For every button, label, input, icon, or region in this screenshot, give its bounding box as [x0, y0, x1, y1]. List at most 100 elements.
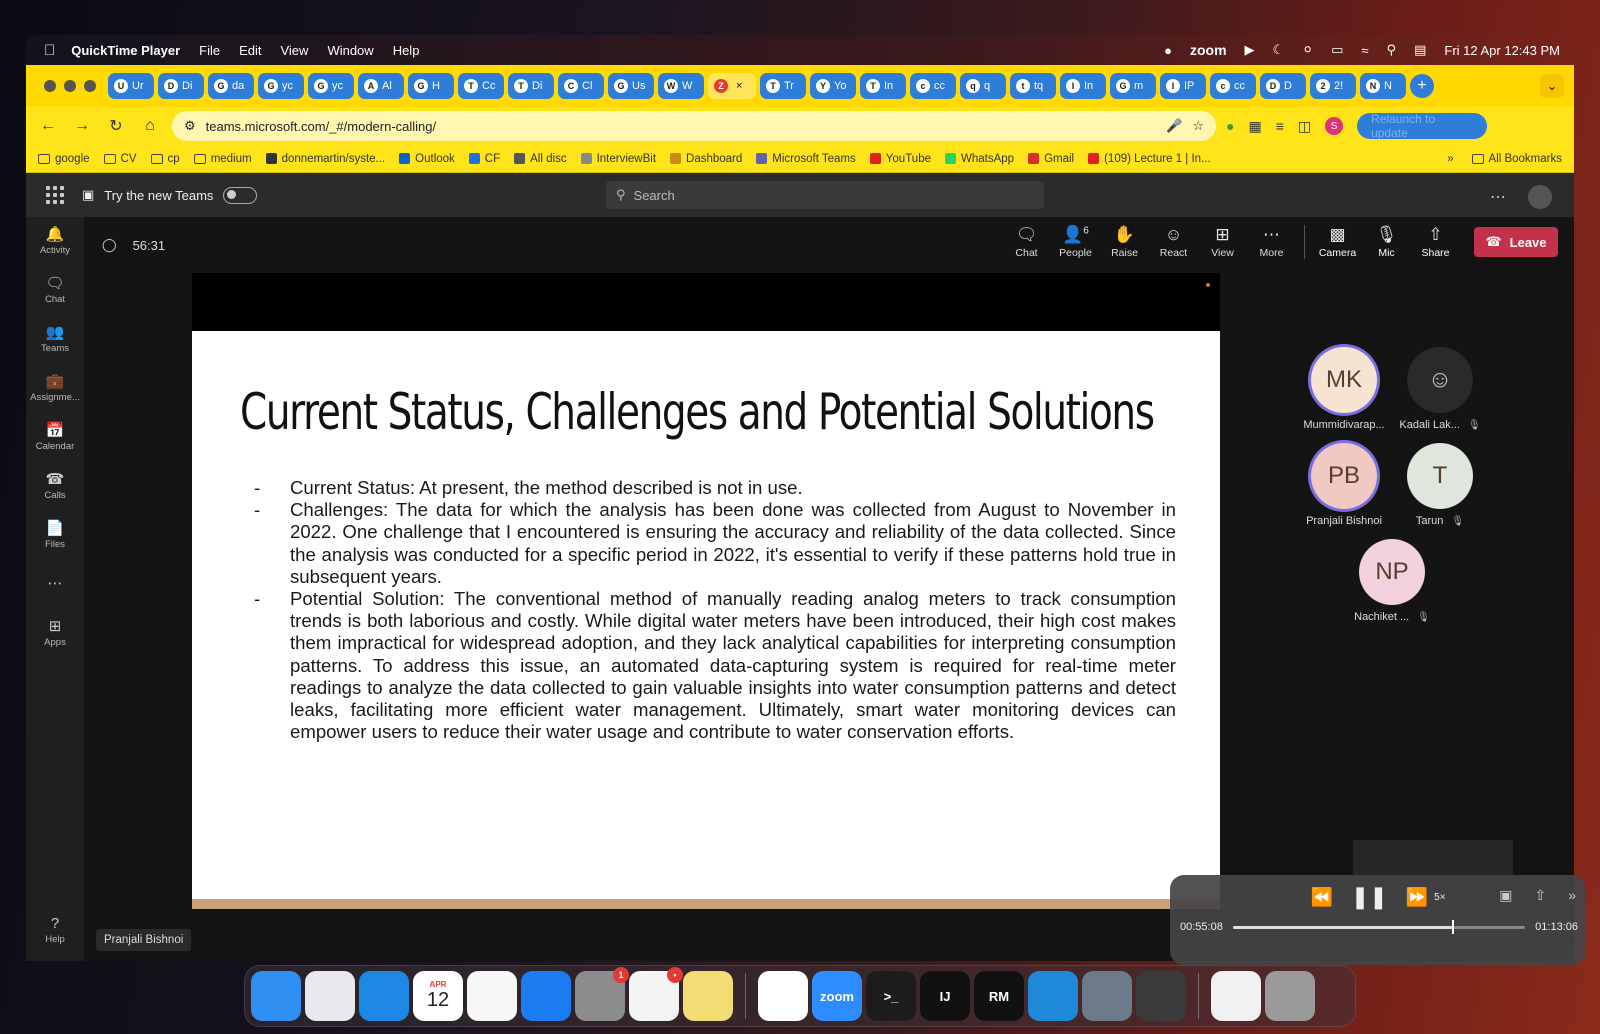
- url-text[interactable]: teams.microsoft.com/_#/modern-calling/: [206, 119, 1157, 134]
- browser-tab[interactable]: D Di: [158, 73, 204, 99]
- rail-item[interactable]: 📄 Files: [26, 511, 84, 560]
- dock-app-notes[interactable]: [467, 971, 517, 1021]
- dock-app-document[interactable]: [1211, 971, 1261, 1021]
- bookmark-item[interactable]: Dashboard: [670, 153, 742, 165]
- browser-tab[interactable]: I IP: [1160, 73, 1206, 99]
- dock-app-preview[interactable]: [1082, 971, 1132, 1021]
- rail-item[interactable]: ⊞ Apps: [26, 609, 84, 658]
- teams-search-input[interactable]: ⚲ Search: [606, 181, 1044, 209]
- rail-item[interactable]: 🗨 Chat: [26, 266, 84, 315]
- bookmark-item[interactable]: Gmail: [1028, 153, 1074, 165]
- tab-search-chevron-icon[interactable]: ⌄: [1540, 74, 1564, 98]
- menu-app-name[interactable]: QuickTime Player: [71, 43, 180, 58]
- rail-item[interactable]: ☎ Calls: [26, 462, 84, 511]
- share-export-icon[interactable]: ⇧: [1534, 887, 1546, 904]
- menu-help[interactable]: Help: [393, 43, 420, 58]
- browser-tab[interactable]: U Ur: [108, 73, 154, 99]
- bookmark-item[interactable]: YouTube: [869, 153, 931, 165]
- participant-tile[interactable]: NP Nachiket ... 🎙: [1342, 539, 1442, 623]
- forward-arrow-icon[interactable]: →: [70, 114, 94, 138]
- rail-item[interactable]: 📅 Calendar: [26, 413, 84, 462]
- reload-icon[interactable]: ↻: [104, 114, 128, 138]
- browser-tab[interactable]: WW: [658, 73, 704, 99]
- spotlight-search-icon[interactable]: ⚲: [1387, 42, 1397, 58]
- relaunch-update-button[interactable]: Relaunch to update: [1357, 112, 1488, 140]
- moon-icon[interactable]: ☾: [1273, 42, 1285, 58]
- bookmark-item[interactable]: WhatsApp: [945, 153, 1014, 165]
- browser-tab[interactable]: A Al: [358, 73, 404, 99]
- browser-tab[interactable]: c cc: [1210, 73, 1256, 99]
- all-bookmarks-button[interactable]: All Bookmarks: [1471, 153, 1562, 165]
- browser-tab[interactable]: C Cl: [558, 73, 604, 99]
- rail-item[interactable]: 💼 Assignme...: [26, 364, 84, 413]
- more-bookmarks-chevron-icon[interactable]: »: [1447, 153, 1453, 165]
- dock-app-chrome[interactable]: [758, 971, 808, 1021]
- rail-item[interactable]: 👥 Teams: [26, 315, 84, 364]
- side-panel-icon[interactable]: ◫: [1298, 118, 1311, 135]
- rail-item[interactable]: 🔔 Activity: [26, 217, 84, 266]
- progress-track[interactable]: [1232, 919, 1526, 934]
- user-avatar[interactable]: [1528, 185, 1552, 209]
- minimize-window-button[interactable]: [64, 80, 76, 92]
- rewind-icon[interactable]: ⏪: [1310, 887, 1332, 908]
- bookmark-item[interactable]: Microsoft Teams: [756, 153, 856, 165]
- people-button[interactable]: 👤6 People: [1051, 225, 1100, 258]
- dock-app-system-settings[interactable]: 1: [575, 967, 629, 1021]
- menu-view[interactable]: View: [280, 43, 308, 58]
- battery-icon[interactable]: ▭: [1331, 42, 1343, 58]
- browser-tab[interactable]: T Cc: [458, 73, 504, 99]
- dock-app-vs-code[interactable]: [1028, 971, 1078, 1021]
- dock-app-app-store[interactable]: [521, 971, 571, 1021]
- dock-app-terminal[interactable]: >_: [866, 971, 916, 1021]
- bookmark-item[interactable]: CV: [103, 153, 137, 165]
- mic-button[interactable]: 🎙 Mic: [1362, 226, 1411, 259]
- dock-app-zoom[interactable]: zoom: [812, 971, 862, 1021]
- more-options-icon[interactable]: ⋯: [1490, 187, 1506, 207]
- chat-button[interactable]: 🗨 Chat: [1002, 226, 1051, 259]
- bookmark-item[interactable]: medium: [193, 153, 252, 165]
- fullscreen-window-button[interactable]: [84, 80, 96, 92]
- bookmark-item[interactable]: InterviewBit: [580, 153, 656, 165]
- menu-edit[interactable]: Edit: [239, 43, 261, 58]
- dock-app-quicktime[interactable]: [1136, 971, 1186, 1021]
- browser-tab[interactable]: T In: [860, 73, 906, 99]
- close-window-button[interactable]: [44, 80, 56, 92]
- dock-app-intellij-idea[interactable]: IJ: [920, 971, 970, 1021]
- browser-tab[interactable]: qq: [960, 73, 1006, 99]
- share-button[interactable]: ⇧ Share: [1411, 226, 1460, 259]
- dock-app-finder[interactable]: [251, 971, 301, 1021]
- bookmark-item[interactable]: cp: [150, 153, 180, 165]
- browser-tab[interactable]: T Tr: [760, 73, 806, 99]
- bookmark-item[interactable]: CF: [468, 153, 500, 165]
- bookmark-star-icon[interactable]: ☆: [1192, 118, 1204, 134]
- bookmark-item[interactable]: Outlook: [399, 153, 455, 165]
- dock-app-launchpad[interactable]: [305, 971, 355, 1021]
- browser-tab[interactable]: G Us: [608, 73, 654, 99]
- browser-tab[interactable]: Gda: [208, 73, 254, 99]
- extension-green-icon[interactable]: ●: [1226, 118, 1234, 134]
- wifi-icon[interactable]: ≈: [1361, 43, 1368, 58]
- site-settings-icon[interactable]: ⚙: [184, 118, 196, 134]
- browser-tab[interactable]: I In: [1060, 73, 1106, 99]
- help-button[interactable]: ? Help: [26, 906, 84, 955]
- control-center-icon[interactable]: ▤: [1414, 42, 1426, 58]
- browser-tab[interactable]: GH: [408, 73, 454, 99]
- dock-app-calendar[interactable]: APR 12: [413, 971, 463, 1021]
- apple-icon[interactable]: : [44, 42, 55, 59]
- address-bar[interactable]: ⚙ teams.microsoft.com/_#/modern-calling/…: [172, 111, 1216, 141]
- bookmark-item[interactable]: donnemartin/syste...: [265, 153, 385, 165]
- picture-in-picture-icon[interactable]: ▣: [1499, 887, 1512, 904]
- more-button[interactable]: ⋯ More: [1247, 226, 1296, 259]
- dock-app-trash[interactable]: [1265, 971, 1315, 1021]
- mute-icon[interactable]: ⚪: [1302, 42, 1313, 58]
- browser-tab[interactable]: Gm: [1110, 73, 1156, 99]
- profile-avatar[interactable]: S: [1325, 117, 1344, 135]
- react-button[interactable]: ☺ React: [1149, 226, 1198, 259]
- bookmark-item[interactable]: google: [38, 153, 90, 165]
- raise-hand-button[interactable]: ✋ Raise: [1100, 226, 1149, 259]
- dock-app-rubymine[interactable]: RM: [974, 971, 1024, 1021]
- dock-app-stickies[interactable]: [683, 971, 733, 1021]
- extensions-puzzle-icon[interactable]: ▦: [1248, 118, 1261, 135]
- fast-forward-icon[interactable]: ⏩: [1406, 887, 1428, 908]
- menubar-clock[interactable]: Fri 12 Apr 12:43 PM: [1444, 43, 1560, 58]
